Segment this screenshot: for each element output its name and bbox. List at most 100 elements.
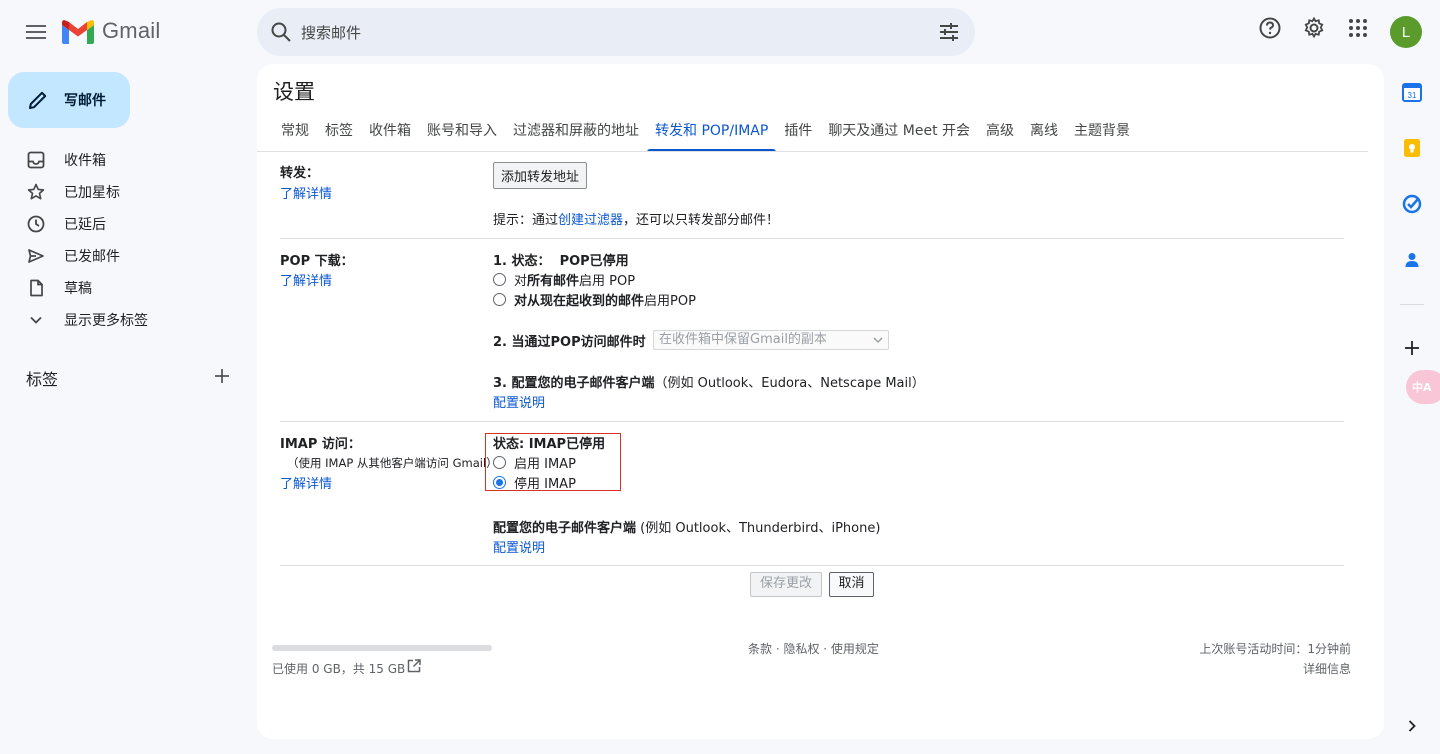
imap-sublabel: （使用 IMAP 从其他客户端访问 Gmail） bbox=[287, 456, 498, 470]
chevron-down-icon bbox=[26, 310, 46, 330]
settings-tabs: 常规 标签 收件箱 账号和导入 过滤器和屏蔽的地址 转发和 POP/IMAP 插… bbox=[273, 116, 1138, 152]
search-options-icon[interactable] bbox=[937, 20, 961, 44]
storage-usage-bar bbox=[272, 645, 492, 651]
pop-enable-all-option[interactable]: 对所有邮件 启用 POP bbox=[493, 270, 635, 289]
imap-enable-radio[interactable] bbox=[493, 456, 506, 469]
settings-gear-icon[interactable] bbox=[1302, 16, 1326, 40]
imap-learn-more-link[interactable]: 了解详情 bbox=[280, 473, 332, 492]
gmail-m-icon bbox=[62, 19, 94, 44]
tab-general[interactable]: 常规 bbox=[273, 116, 317, 152]
sidebar-item-label: 草稿 bbox=[64, 281, 92, 297]
gmail-logo[interactable]: Gmail bbox=[62, 18, 160, 44]
search-icon[interactable] bbox=[269, 20, 293, 44]
hamburger-menu-icon bbox=[26, 25, 46, 39]
pop-config-instructions-link[interactable]: 配置说明 bbox=[493, 392, 545, 411]
pop-config-line: 3. 配置您的电子邮件客户端（例如 Outlook、Eudora、Netscap… bbox=[493, 372, 925, 391]
sidebar-item-snoozed[interactable]: 已延后 bbox=[0, 207, 250, 239]
search-input[interactable]: 搜索邮件 bbox=[301, 22, 361, 43]
imap-enable-option[interactable]: 启用 IMAP bbox=[493, 453, 576, 472]
forwarding-learn-more-link[interactable]: 了解详情 bbox=[280, 183, 332, 202]
option-suffix: 启用POP bbox=[644, 294, 696, 309]
calendar-icon[interactable]: 31 bbox=[1400, 80, 1424, 104]
tab-offline[interactable]: 离线 bbox=[1022, 116, 1066, 152]
imap-disable-label: 停用 IMAP bbox=[514, 477, 576, 492]
main-menu-button[interactable] bbox=[20, 16, 52, 48]
tab-accounts[interactable]: 账号和导入 bbox=[419, 116, 505, 152]
sidebar-item-label: 显示更多标签 bbox=[64, 313, 148, 329]
search-bar[interactable]: 搜索邮件 bbox=[257, 8, 975, 56]
chevron-right-icon[interactable] bbox=[1400, 714, 1424, 738]
pencil-icon bbox=[29, 91, 47, 109]
pop-status-value: POP已停用 bbox=[559, 254, 629, 269]
tab-advanced[interactable]: 高级 bbox=[978, 116, 1022, 152]
side-panel-divider bbox=[1400, 304, 1424, 305]
sidebar-item-label: 已加星标 bbox=[64, 185, 120, 201]
get-addons-plus-icon[interactable] bbox=[1400, 336, 1424, 360]
keep-notes-icon[interactable] bbox=[1400, 136, 1424, 160]
open-in-new-icon[interactable] bbox=[406, 658, 422, 674]
apps-grid-icon[interactable] bbox=[1346, 16, 1370, 40]
pop-access-select[interactable]: 在收件箱中保留Gmail的副本 bbox=[653, 330, 889, 350]
create-filter-link[interactable]: 创建过滤器 bbox=[558, 213, 623, 228]
sidebar-item-inbox[interactable]: 收件箱 bbox=[0, 143, 250, 175]
sidebar-item-label: 收件箱 bbox=[64, 153, 106, 169]
last-activity-text: 上次账号活动时间：1分钟前 bbox=[1199, 642, 1351, 656]
save-changes-button[interactable]: 保存更改 bbox=[750, 572, 822, 597]
imap-config-line: 配置您的电子邮件客户端 (例如 Outlook、Thunderbird、iPho… bbox=[493, 517, 880, 536]
imap-config-examples: (例如 Outlook、Thunderbird、iPhone) bbox=[636, 521, 881, 536]
imap-enable-label: 启用 IMAP bbox=[514, 457, 576, 472]
pop-enable-now-radio[interactable] bbox=[493, 293, 506, 306]
translate-extension-badge[interactable]: 中A bbox=[1406, 370, 1440, 404]
pop-status: 1. 状态： POP已停用 bbox=[493, 250, 629, 269]
app-name: Gmail bbox=[102, 18, 161, 43]
pop-enable-now-option[interactable]: 对从现在起收到的邮件 启用POP bbox=[493, 290, 696, 309]
sidebar-item-label: 已延后 bbox=[64, 217, 106, 233]
tabs-divider bbox=[257, 151, 1368, 152]
pop-enable-all-radio[interactable] bbox=[493, 273, 506, 286]
option-suffix: 启用 POP bbox=[579, 274, 636, 289]
pop-learn-more-link[interactable]: 了解详情 bbox=[280, 270, 332, 289]
imap-config-label: 配置您的电子邮件客户端 bbox=[493, 521, 637, 536]
forwarding-label: 转发： bbox=[280, 166, 320, 181]
imap-status: 状态: IMAP已停用 bbox=[493, 437, 606, 452]
option-prefix: 对 bbox=[514, 274, 528, 289]
section-divider bbox=[280, 238, 1344, 239]
add-label-icon[interactable] bbox=[212, 366, 232, 386]
compose-button[interactable]: 写邮件 bbox=[8, 72, 130, 128]
pop-access-label: 2. 当通过POP访问邮件时 bbox=[493, 335, 646, 350]
tab-chat-meet[interactable]: 聊天及通过 Meet 开会 bbox=[820, 116, 978, 152]
pop-config-examples: （例如 Outlook、Eudora、Netscape Mail） bbox=[654, 376, 925, 391]
cancel-button[interactable]: 取消 bbox=[829, 572, 874, 597]
tab-labels[interactable]: 标签 bbox=[317, 116, 361, 152]
sidebar-item-starred[interactable]: 已加星标 bbox=[0, 175, 250, 207]
imap-disable-option[interactable]: 停用 IMAP bbox=[493, 473, 576, 492]
activity-details-link[interactable]: 详细信息 bbox=[1303, 660, 1351, 677]
storage-usage-text: 已使用 0 GB，共 15 GB bbox=[272, 662, 406, 676]
tab-addons[interactable]: 插件 bbox=[776, 116, 820, 152]
sidebar-item-sent[interactable]: 已发邮件 bbox=[0, 239, 250, 271]
sidebar-item-drafts[interactable]: 草稿 bbox=[0, 271, 250, 303]
add-forwarding-address-button[interactable]: 添加转发地址 bbox=[493, 162, 588, 189]
labels-heading: 标签 bbox=[26, 370, 59, 389]
option-bold: 对从现在起收到的邮件 bbox=[514, 294, 645, 309]
clock-icon bbox=[26, 214, 46, 234]
tab-themes[interactable]: 主题背景 bbox=[1066, 116, 1138, 152]
compose-label: 写邮件 bbox=[64, 93, 106, 109]
draft-icon bbox=[26, 278, 46, 298]
imap-config-instructions-link[interactable]: 配置说明 bbox=[493, 537, 545, 556]
tab-forwarding-pop-imap[interactable]: 转发和 POP/IMAP bbox=[647, 116, 777, 152]
contacts-icon[interactable] bbox=[1400, 248, 1424, 272]
footer-links[interactable]: 条款 · 隐私权 · 使用规定 bbox=[748, 640, 879, 657]
help-icon[interactable] bbox=[1258, 16, 1282, 40]
section-divider bbox=[280, 421, 1344, 422]
tab-filters[interactable]: 过滤器和屏蔽的地址 bbox=[505, 116, 647, 152]
tab-inbox[interactable]: 收件箱 bbox=[361, 116, 419, 152]
tasks-icon[interactable] bbox=[1400, 192, 1424, 216]
settings-panel: 设置 常规 标签 收件箱 账号和导入 过滤器和屏蔽的地址 转发和 POP/IMA… bbox=[257, 64, 1384, 739]
imap-disable-radio[interactable] bbox=[493, 476, 506, 489]
pop-access-selected: 在收件箱中保留Gmail的副本 bbox=[659, 332, 827, 347]
option-bold: 所有邮件 bbox=[527, 274, 580, 289]
account-avatar[interactable]: L bbox=[1390, 16, 1422, 48]
pop-status-label: 1. 状态： bbox=[493, 254, 551, 269]
sidebar-item-more[interactable]: 显示更多标签 bbox=[0, 303, 250, 335]
